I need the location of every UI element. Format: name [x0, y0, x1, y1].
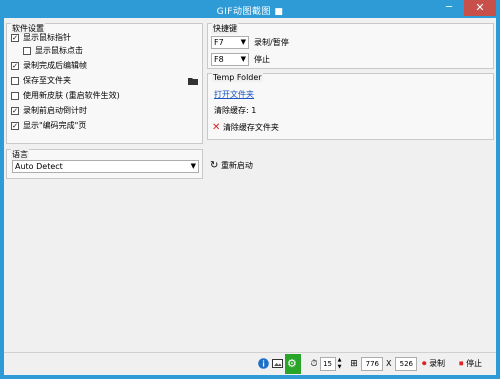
stop-button[interactable]: ⏹ 停止 [459, 358, 482, 370]
cache-count-text: 清除缓存: 1 [214, 106, 257, 115]
folder-icon[interactable] [188, 77, 198, 85]
option-show-clicks[interactable]: 显示鼠标点击 [7, 45, 197, 57]
open-folder-link[interactable]: 打开文件夹 [214, 89, 254, 100]
record-icon: ⏺ [422, 359, 427, 369]
image-icon[interactable] [271, 358, 283, 370]
close-button[interactable]: ✕ [464, 0, 496, 16]
option-countdown[interactable]: ✓ 录制前启动倒计时 [7, 105, 197, 117]
option-save-folder[interactable]: 保存至文件夹 [7, 75, 198, 87]
hotkeys-title: 快捷键 [212, 23, 238, 34]
hotkey-record-select[interactable]: F7 ▼ [211, 36, 249, 49]
restart-button[interactable]: ↻ 重新启动 [210, 160, 253, 172]
stop-label: 停止 [466, 359, 483, 368]
option-new-skin[interactable]: 使用新皮肤 (重启软件生效) [7, 90, 197, 102]
fps-input[interactable]: 15 [320, 357, 336, 371]
hotkey-record-label: 录制/暂停 [254, 38, 289, 47]
software-settings-group: 软件设置 ✓ 显示鼠标指针 显示鼠标点击 ✓ 录制完成后编辑帧 保存至文件夹 使… [6, 23, 203, 144]
option-label: 录制前启动倒计时 [23, 106, 87, 115]
language-select[interactable]: Auto Detect ▼ [12, 160, 199, 173]
clear-cache-label: 清除缓存文件夹 [222, 123, 279, 132]
status-bar: ⚙ ⏱ 15 ▲ ▼ ⊞ 776 X 526 ⏺ 录制 ⏹ 停止 [4, 352, 496, 375]
edit-frames-checkbox[interactable]: ✓ [11, 62, 19, 70]
clear-cache-button[interactable]: ✕ 清除缓存文件夹 [212, 122, 279, 134]
gear-icon: ⚙ [287, 357, 297, 370]
chevron-down-icon: ▼ [190, 162, 196, 170]
height-input[interactable]: 526 [395, 357, 417, 371]
dimension-separator: X [386, 359, 392, 368]
hotkeys-group: 快捷键 F7 ▼ 录制/暂停 F8 ▼ 停止 [207, 23, 494, 69]
temp-folder-group: Temp Folder 打开文件夹 清除缓存: 1 ✕ 清除缓存文件夹 [207, 73, 494, 140]
width-input[interactable]: 776 [361, 357, 383, 371]
language-group: 语言 Auto Detect ▼ [6, 149, 203, 179]
option-show-cursor[interactable]: ✓ 显示鼠标指针 [7, 32, 197, 44]
option-edit-frames[interactable]: ✓ 录制完成后编辑帧 [7, 60, 197, 72]
settings-button[interactable]: ⚙ [285, 354, 301, 374]
option-label: 显示鼠标指针 [23, 33, 71, 42]
new-skin-checkbox[interactable] [11, 92, 19, 100]
option-show-encoding-page[interactable]: ✓ 显示"编码完成"页 [7, 120, 197, 132]
save-folder-checkbox[interactable] [11, 77, 19, 85]
fps-stepper[interactable]: ▲ ▼ [336, 357, 343, 371]
minimize-button[interactable]: ─ [441, 0, 457, 16]
title-bar: GIF动图截图 ■ ─ ✕ [0, 0, 500, 18]
delete-icon: ✕ [212, 122, 221, 133]
resize-icon: ⊞ [350, 359, 358, 369]
encoding-page-checkbox[interactable]: ✓ [11, 122, 19, 130]
countdown-checkbox[interactable]: ✓ [11, 107, 19, 115]
stop-icon: ⏹ [459, 359, 464, 369]
language-value: Auto Detect [15, 162, 63, 171]
timer-icon: ⏱ [310, 359, 318, 369]
option-label: 显示鼠标点击 [35, 46, 83, 55]
chevron-down-icon: ▼ [240, 55, 246, 63]
show-clicks-checkbox[interactable] [23, 47, 31, 55]
info-icon[interactable] [257, 358, 269, 370]
language-title: 语言 [11, 149, 29, 160]
option-label: 保存至文件夹 [23, 76, 71, 85]
window-title: GIF动图截图 ■ [216, 7, 284, 17]
temp-folder-title: Temp Folder [212, 73, 263, 82]
chevron-down-icon[interactable]: ▼ [336, 364, 343, 371]
hotkey-stop-value: F8 [214, 55, 224, 64]
option-label: 使用新皮肤 (重启软件生效) [23, 91, 120, 100]
show-cursor-checkbox[interactable]: ✓ [11, 34, 19, 42]
option-label: 显示"编码完成"页 [23, 121, 87, 130]
hotkey-record-value: F7 [214, 38, 224, 47]
hotkey-stop-select[interactable]: F8 ▼ [211, 53, 249, 66]
option-label: 录制完成后编辑帧 [23, 61, 87, 70]
chevron-down-icon: ▼ [240, 38, 246, 46]
hotkey-stop-label: 停止 [254, 55, 270, 64]
restart-icon: ↻ [210, 160, 219, 171]
chevron-up-icon[interactable]: ▲ [336, 357, 343, 364]
restart-label: 重新启动 [220, 161, 253, 170]
main-panel: 软件设置 ✓ 显示鼠标指针 显示鼠标点击 ✓ 录制完成后编辑帧 保存至文件夹 使… [4, 18, 496, 375]
record-button[interactable]: ⏺ 录制 [422, 358, 445, 370]
record-label: 录制 [429, 359, 446, 368]
